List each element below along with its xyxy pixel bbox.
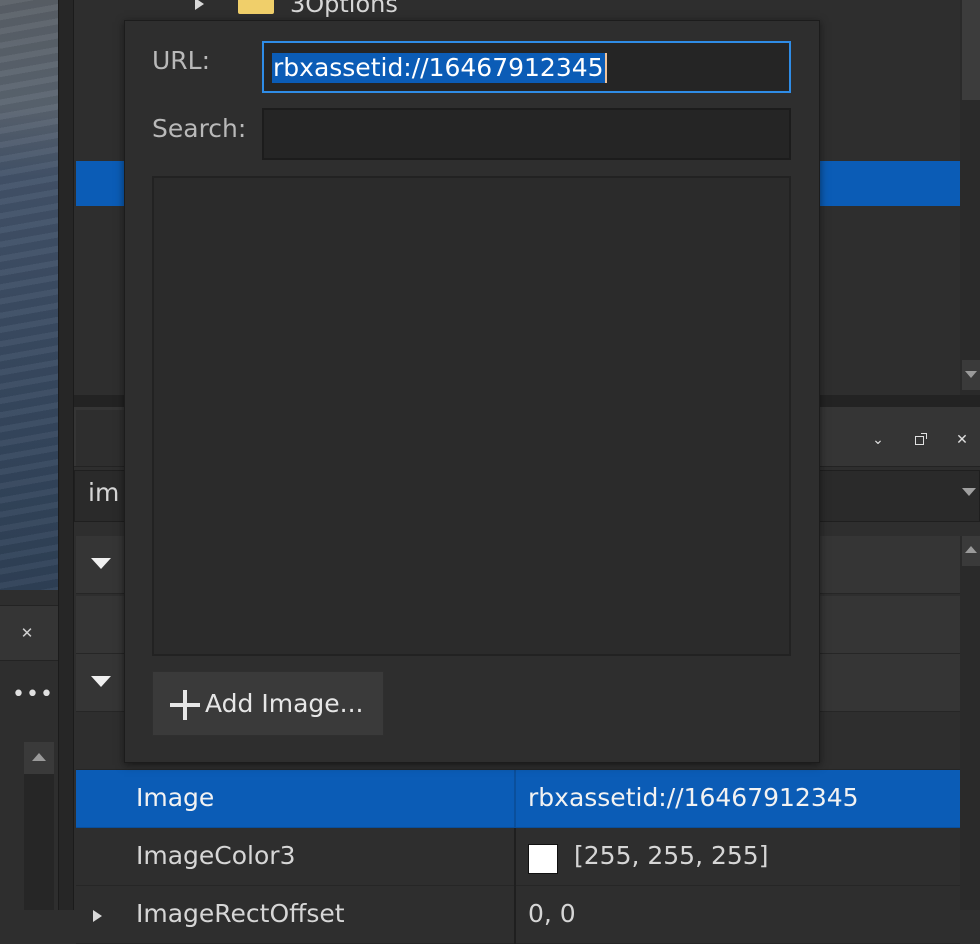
float-window-icon[interactable] (910, 430, 930, 450)
filter-input[interactable]: im (88, 478, 119, 507)
url-value[interactable]: rbxassetid://16467912345 (272, 53, 605, 83)
folder-icon (238, 0, 274, 14)
plus-icon (170, 690, 200, 720)
text-caret (604, 53, 607, 83)
chevron-down-icon[interactable]: ⌄ (868, 430, 888, 450)
property-name: ImageColor3 (136, 841, 296, 870)
scroll-up-icon[interactable] (24, 742, 54, 774)
property-value[interactable]: [255, 255, 255] (574, 828, 768, 886)
dropdown-arrow-icon[interactable] (962, 488, 978, 498)
search-label: Search: (152, 114, 247, 143)
scroll-up-icon[interactable] (962, 536, 980, 566)
property-name: ImageRectOffset (136, 899, 345, 928)
column-divider[interactable] (514, 886, 516, 944)
properties-tab[interactable] (76, 410, 126, 466)
panel-divider[interactable] (58, 0, 74, 910)
property-value[interactable]: rbxassetid://16467912345 (528, 770, 859, 828)
url-label: URL: (152, 46, 211, 75)
add-image-button[interactable]: Add Image... (152, 671, 384, 736)
add-image-label: Add Image... (205, 689, 364, 718)
expand-arrow-icon[interactable] (195, 0, 207, 10)
asset-grid[interactable] (152, 176, 791, 656)
properties-scrollbar[interactable] (960, 536, 980, 910)
scroll-down-icon[interactable] (962, 360, 980, 390)
tree-item-label[interactable]: 3Options (290, 0, 398, 18)
property-row-image[interactable]: Image rbxassetid://16467912345 (76, 770, 960, 828)
close-icon[interactable]: ✕ (18, 624, 36, 642)
property-value[interactable]: 0, 0 (528, 886, 576, 944)
explorer-scroll-thumb[interactable] (962, 0, 980, 100)
property-row-imagerectoffset[interactable]: ImageRectOffset 0, 0 (76, 886, 960, 944)
color-swatch[interactable] (528, 844, 558, 874)
search-input[interactable] (264, 110, 789, 158)
collapse-arrow-icon[interactable] (91, 558, 113, 572)
column-divider[interactable] (514, 828, 516, 886)
property-name: Image (136, 783, 215, 812)
viewport[interactable] (0, 0, 58, 590)
expand-arrow-icon[interactable] (93, 910, 105, 924)
url-field[interactable]: rbxassetid://16467912345 (262, 41, 791, 93)
collapse-arrow-icon[interactable] (91, 676, 113, 690)
more-icon[interactable]: ••• (12, 684, 53, 706)
close-icon[interactable]: ✕ (952, 430, 972, 450)
search-field[interactable] (262, 108, 791, 160)
column-divider[interactable] (514, 770, 516, 828)
property-row-imagecolor3[interactable]: ImageColor3 [255, 255, 255] (76, 828, 960, 886)
